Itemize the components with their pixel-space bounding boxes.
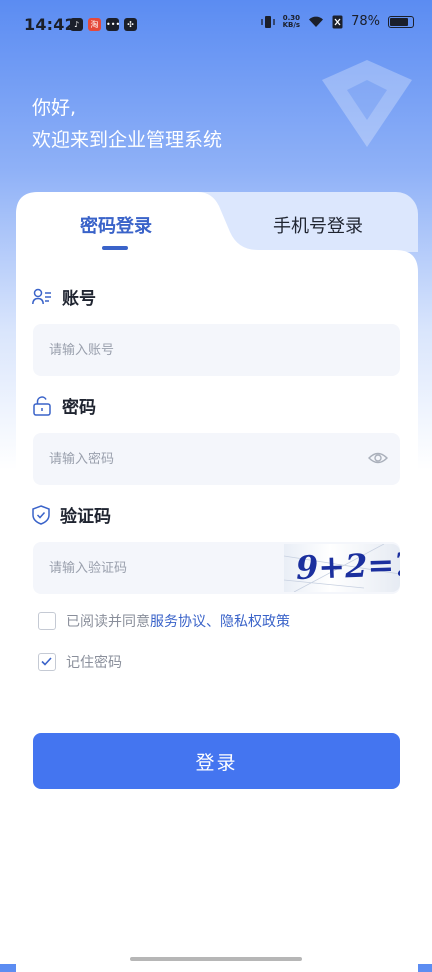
home-indicator[interactable] (130, 957, 302, 961)
status-right: 0.30 KB/s 78% (260, 13, 414, 29)
greeting-hello: 你好, (32, 97, 77, 119)
captcha-image[interactable]: 9+2=? (284, 544, 400, 592)
wifi-icon (309, 16, 324, 27)
remember-checkbox[interactable] (38, 653, 56, 671)
decorative-logo-icon (322, 60, 412, 147)
tiktok-icon: ♪ (70, 18, 83, 31)
active-tab-indicator (102, 246, 128, 250)
password-label-row: 密码 (32, 393, 96, 418)
captcha-label: 验证码 (60, 507, 111, 527)
app-notification-icon: 淘 (88, 18, 101, 31)
password-field (33, 433, 400, 485)
status-bar: 14:42 ♪ 淘 ••• ✣ 0.30 KB/s 78% (0, 0, 432, 50)
greeting: 你好, 欢迎来到企业管理系统 (32, 92, 222, 156)
service-agreement-link[interactable]: 服务协议 (150, 614, 206, 630)
battery-percent: 78% (351, 14, 380, 29)
network-speed: 0.30 KB/s (282, 13, 301, 29)
tab-phone-login[interactable]: 手机号登录 (218, 212, 418, 238)
remember-label: 记住密码 (66, 655, 122, 671)
remember-row: 记住密码 (38, 652, 122, 672)
account-field (33, 324, 400, 376)
lock-icon (33, 395, 51, 416)
captcha-label-row: 验证码 (32, 502, 111, 527)
privacy-policy-link[interactable]: 隐私权政策 (220, 614, 290, 630)
agreement-text: 已阅读并同意服务协议、隐私权政策 (66, 614, 290, 630)
shield-check-icon (32, 504, 50, 525)
password-input[interactable] (49, 433, 349, 485)
vibrate-icon (260, 15, 275, 28)
message-icon: ••• (106, 18, 121, 31)
greeting-welcome: 欢迎来到企业管理系统 (32, 129, 223, 151)
agreement-checkbox[interactable] (38, 612, 56, 630)
status-time: 14:42 (24, 15, 76, 34)
eye-icon[interactable] (368, 449, 388, 467)
sim-icon (332, 15, 343, 28)
status-app-icons: ♪ 淘 ••• ✣ (70, 18, 137, 31)
captcha-input[interactable] (49, 542, 269, 594)
tab-password-login[interactable]: 密码登录 (16, 212, 216, 238)
password-label: 密码 (62, 398, 96, 418)
agreement-row: 已阅读并同意服务协议、隐私权政策 (38, 611, 290, 631)
login-card: 密码登录 手机号登录 账号 密码 验证码 9+2=? 已阅读并同意服务协议、隐私… (16, 192, 418, 972)
captcha-field: 9+2=? (33, 542, 400, 594)
app-grid-icon: ✣ (124, 18, 137, 31)
battery-icon (388, 15, 414, 28)
account-label: 账号 (62, 289, 96, 309)
account-input[interactable] (49, 324, 349, 376)
check-icon (41, 657, 52, 666)
captcha-text: 9+2=? (295, 544, 400, 588)
account-label-row: 账号 (32, 284, 96, 309)
user-list-icon (32, 288, 51, 304)
login-button[interactable]: 登录 (33, 733, 400, 789)
